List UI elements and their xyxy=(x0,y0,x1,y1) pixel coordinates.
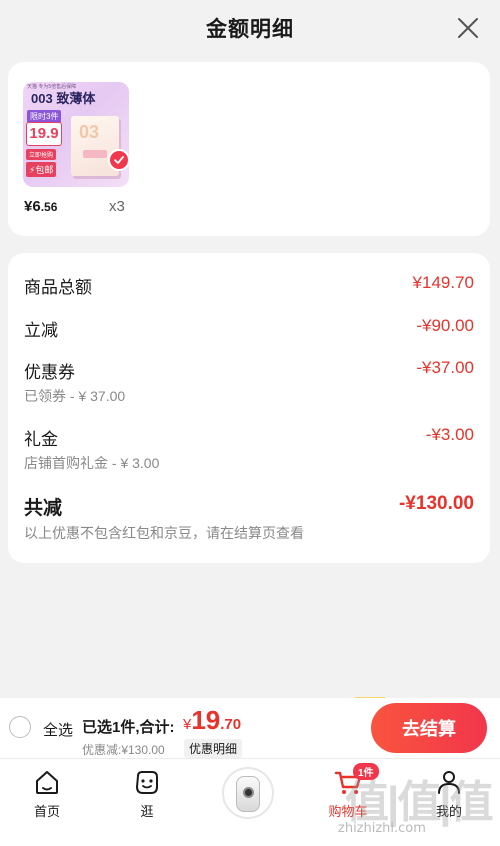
select-all-radio[interactable] xyxy=(9,716,31,738)
product-quantity: x3 xyxy=(109,198,125,215)
modal-header: 金额明细 xyxy=(0,0,500,56)
box-art-stripe xyxy=(83,150,107,158)
browse-face-icon xyxy=(132,767,162,797)
instant-discount-label: 立减 xyxy=(24,321,58,340)
gift-label: 礼金 xyxy=(24,430,58,449)
tab-mine[interactable]: 我的 xyxy=(409,759,489,829)
discount-detail-link[interactable]: 优惠明细 xyxy=(184,739,243,758)
thumb-name: 致薄体 xyxy=(56,91,96,106)
bottom-tab-bar: 首页 逛 1件 购物车 我的 xyxy=(0,758,500,846)
instant-discount-value: -¥90.00 xyxy=(416,316,474,335)
coupon-label: 优惠券 xyxy=(24,363,75,382)
page-title: 金额明细 xyxy=(206,18,294,41)
tab-home-label: 首页 xyxy=(33,804,60,819)
product-card: 天猫 专为5倍售后保障 003 致薄体 限时3件 19.9 立即抢购 ⚡包邮 0… xyxy=(8,62,490,236)
product-price: ¥6.56 xyxy=(24,198,57,216)
gift-sub: 店铺首购礼金 - ¥ 3.00 xyxy=(24,455,160,471)
coupon-value: -¥37.00 xyxy=(416,358,474,377)
close-icon[interactable] xyxy=(456,16,480,40)
select-all-label[interactable]: 全选 xyxy=(43,719,73,740)
tab-browse-label: 逛 xyxy=(140,804,154,819)
home-icon xyxy=(32,767,62,797)
camera-lens xyxy=(243,787,254,798)
tab-cart[interactable]: 1件 购物车 xyxy=(308,759,388,829)
thumb-price: 19.9 xyxy=(26,122,62,146)
thumb-code: 003 xyxy=(31,91,53,106)
product-image[interactable]: 天猫 专为5倍售后保障 003 致薄体 限时3件 19.9 立即抢购 ⚡包邮 0… xyxy=(23,82,129,187)
check-icon[interactable] xyxy=(108,149,130,171)
camera-device-image xyxy=(236,776,260,812)
price-dec: .56 xyxy=(40,200,58,214)
cart-count-badge: 1件 xyxy=(353,763,379,780)
selected-count-text: 已选1件,合计: xyxy=(82,719,175,736)
gift-value: -¥3.00 xyxy=(425,425,474,444)
promo-product-button[interactable] xyxy=(222,767,274,819)
total-discount-label: 共减 xyxy=(24,498,63,519)
tab-home[interactable]: 首页 xyxy=(7,759,87,829)
tab-mine-label: 我的 xyxy=(435,804,462,819)
row-goods-total: 商品总额 ¥149.70 xyxy=(24,273,474,297)
checkout-bar: 全选 已选1件,合计: ¥19.70 优惠减:¥130.00 优惠明细 去结算 xyxy=(0,698,500,758)
price-int: 6 xyxy=(32,198,41,215)
tab-cart-label: 购物车 xyxy=(328,804,368,819)
discount-summary: 优惠减:¥130.00 xyxy=(82,743,165,757)
amount-detail-card: 商品总额 ¥149.70 立减 -¥90.00 优惠券 -¥37.00 已领券 … xyxy=(8,253,490,563)
box-art-number: 03 xyxy=(79,122,100,142)
goods-total-label: 商品总额 xyxy=(24,278,92,297)
checkout-button[interactable]: 去结算 xyxy=(371,703,487,753)
row-gift: 礼金 -¥3.00 店铺首购礼金 - ¥ 3.00 xyxy=(24,425,474,475)
row-coupon: 优惠券 -¥37.00 已领券 - ¥ 37.00 xyxy=(24,358,474,408)
coupon-sub: 已领券 - ¥ 37.00 xyxy=(24,388,126,404)
total-price: ¥19.70 xyxy=(183,705,241,736)
row-total-discount: 共减 -¥130.00 以上优惠不包含红包和京豆，请在结算页查看 xyxy=(24,493,474,545)
user-icon xyxy=(434,767,464,797)
thumb-buy-badge: 立即抢购 xyxy=(26,149,57,160)
discount-note: 以上优惠不包含红包和京豆，请在结算页查看 xyxy=(24,525,304,541)
row-instant-discount: 立减 -¥90.00 xyxy=(24,316,474,340)
tab-browse[interactable]: 逛 xyxy=(107,759,187,829)
total-dec: .70 xyxy=(220,716,242,733)
goods-total-value: ¥149.70 xyxy=(412,273,474,292)
total-discount-value: -¥130.00 xyxy=(398,493,474,514)
thumb-free-shipping: ⚡包邮 xyxy=(26,162,57,177)
thumb-title: 003 致薄体 xyxy=(31,88,95,107)
total-int: 19 xyxy=(191,705,221,735)
